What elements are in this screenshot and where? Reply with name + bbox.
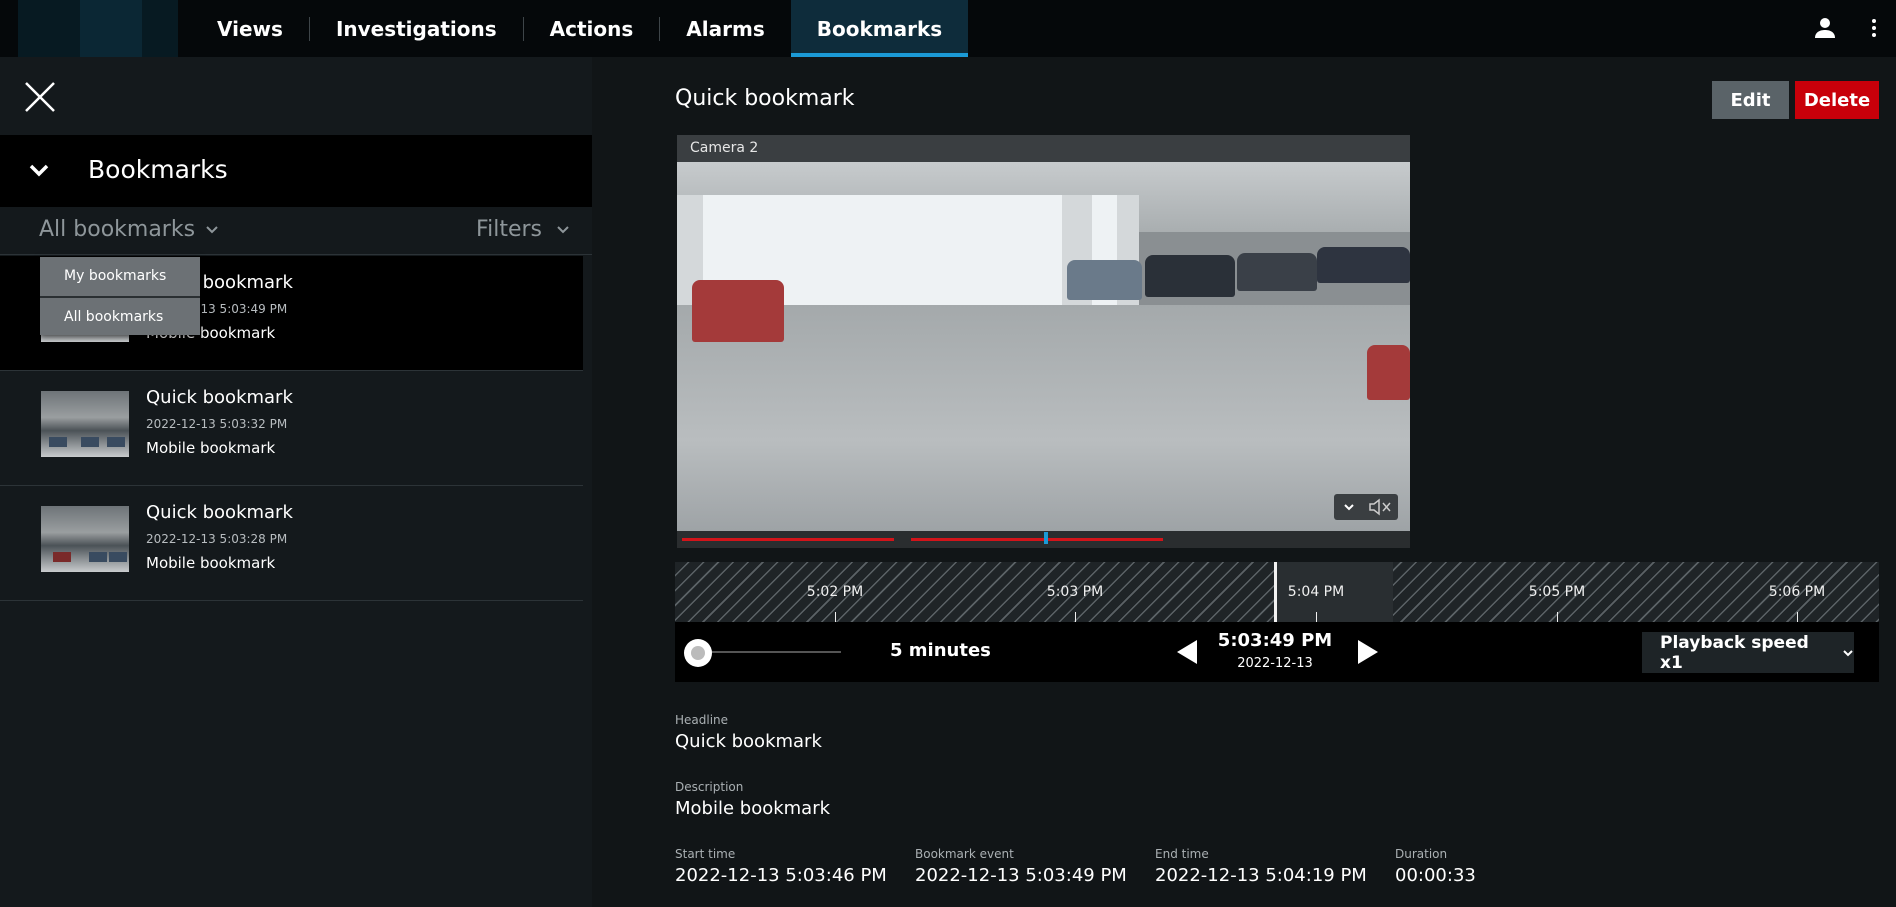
dropdown-option-all-bookmarks[interactable]: All bookmarks [40, 296, 200, 335]
nav-tab-views[interactable]: Views [191, 0, 309, 57]
timespan-label: 5 minutes [890, 640, 991, 661]
timeline-tick-label: 5:06 PM [1768, 584, 1826, 600]
bookmarks-panel-header[interactable]: Bookmarks [0, 135, 592, 207]
bookmark-time: 2022-12-13 5:03:28 PM [146, 532, 288, 546]
timeline-tick [1797, 612, 1798, 622]
timeline-tick [1557, 612, 1558, 622]
start-time-label: Start time [675, 847, 736, 861]
bookmark-time: 2022-12-13 5:03:32 PM [146, 417, 288, 431]
timeline-tick-label: 5:03 PM [1046, 584, 1104, 600]
playback-controls: 5 minutes 5:03:49 PM 2022-12-13 Playback… [675, 622, 1879, 682]
product-logo [18, 0, 178, 60]
scope-selected-value: All bookmarks [39, 217, 196, 242]
bookmark-thumbnail [41, 391, 129, 457]
duration-value: 00:00:33 [1395, 865, 1476, 886]
main-nav: Views Investigations Actions Alarms Book… [191, 0, 969, 57]
app-window: Views Investigations Actions Alarms Book… [0, 0, 1896, 907]
nav-tab-investigations[interactable]: Investigations [310, 0, 523, 57]
bookmark-detail-title: Quick bookmark [675, 86, 855, 111]
nav-tab-actions[interactable]: Actions [524, 0, 660, 57]
headline-label: Headline [675, 713, 729, 727]
video-frame-car [1145, 255, 1235, 297]
headline-value: Quick bookmark [675, 731, 822, 752]
user-icon[interactable] [1813, 16, 1837, 40]
bookmark-event-value: 2022-12-13 5:03:49 PM [915, 865, 1127, 886]
timespan-slider-handle[interactable] [684, 639, 712, 667]
video-frame-car [1067, 260, 1142, 300]
chevron-down-icon[interactable] [1342, 500, 1356, 514]
scrub-playhead[interactable] [1044, 532, 1048, 544]
next-icon[interactable] [1356, 639, 1380, 665]
timeline-tick-label: 5:02 PM [806, 584, 864, 600]
delete-button[interactable]: Delete [1795, 81, 1879, 119]
end-time-value: 2022-12-13 5:04:19 PM [1155, 865, 1367, 886]
chevron-down-icon [205, 225, 219, 235]
bookmark-list-item[interactable]: Quick bookmark 2022-12-13 5:03:28 PM Mob… [0, 486, 583, 601]
current-date: 2022-12-13 [1237, 656, 1313, 671]
bookmark-list-item[interactable]: Quick bookmark 2022-12-13 5:03:32 PM Mob… [0, 371, 583, 486]
dropdown-option-my-bookmarks[interactable]: My bookmarks [40, 257, 200, 296]
playback-speed-value: Playback speed x1 [1660, 632, 1809, 673]
chevron-down-icon [556, 225, 570, 235]
filters-label: Filters [476, 217, 542, 242]
timeline-cursor[interactable] [1274, 562, 1277, 622]
bookmark-description: Mobile bookmark [146, 554, 276, 572]
timeline-tick [835, 612, 836, 622]
timeline-tick-label: 5:05 PM [1528, 584, 1586, 600]
nav-tab-bookmarks[interactable]: Bookmarks [790, 0, 969, 57]
bookmark-event-label: Bookmark event [915, 847, 1014, 861]
panel-title: Bookmarks [88, 155, 228, 184]
filters-button[interactable]: Filters [476, 217, 570, 242]
video-frame-car [1317, 247, 1410, 283]
duration-label: Duration [1395, 847, 1448, 861]
recording-segment [682, 538, 894, 541]
end-time-label: End time [1155, 847, 1209, 861]
edit-button[interactable]: Edit [1712, 81, 1789, 119]
mute-icon[interactable] [1368, 497, 1394, 517]
video-player[interactable]: Camera 2 [677, 135, 1410, 548]
bookmark-description: Mobile bookmark [146, 439, 276, 457]
filter-row: All bookmarks Filters [0, 207, 592, 255]
camera-name: Camera 2 [690, 140, 759, 156]
nav-tab-alarms[interactable]: Alarms [660, 0, 790, 57]
description-label: Description [675, 780, 744, 794]
video-frame-car [692, 280, 784, 342]
chevron-down-icon [1842, 648, 1854, 658]
timeline-tick-label: 5:04 PM [1287, 584, 1345, 600]
bookmark-title: Quick bookmark [146, 502, 293, 523]
bookmark-thumbnail [41, 506, 129, 572]
chevron-down-icon[interactable] [28, 159, 50, 181]
current-time: 5:03:49 PM [1217, 630, 1333, 651]
bookmark-title: Quick bookmark [146, 387, 293, 408]
audio-controls [1334, 494, 1398, 520]
timeline-tick [1316, 612, 1317, 622]
more-options-icon[interactable] [1862, 16, 1886, 40]
timeline[interactable]: 5:02 PM 5:03 PM 5:04 PM 5:05 PM 5:06 PM [675, 562, 1879, 622]
video-frame-floor [677, 305, 1410, 531]
recording-segment [911, 538, 1163, 541]
timespan-slider-track[interactable] [701, 651, 841, 653]
description-value: Mobile bookmark [675, 798, 831, 819]
video-frame-car [1367, 345, 1410, 400]
close-icon[interactable] [23, 80, 57, 114]
bookmark-scope-select[interactable]: All bookmarks [39, 217, 219, 242]
start-time-value: 2022-12-13 5:03:46 PM [675, 865, 887, 886]
playback-speed-select[interactable]: Playback speed x1 [1642, 632, 1854, 673]
video-frame-car [1237, 253, 1317, 291]
camera-header: Camera 2 [677, 135, 1410, 162]
top-navigation-bar: Views Investigations Actions Alarms Book… [0, 0, 1896, 60]
timeline-tick [1075, 612, 1076, 622]
scope-dropdown-menu: My bookmarks All bookmarks [40, 257, 200, 335]
